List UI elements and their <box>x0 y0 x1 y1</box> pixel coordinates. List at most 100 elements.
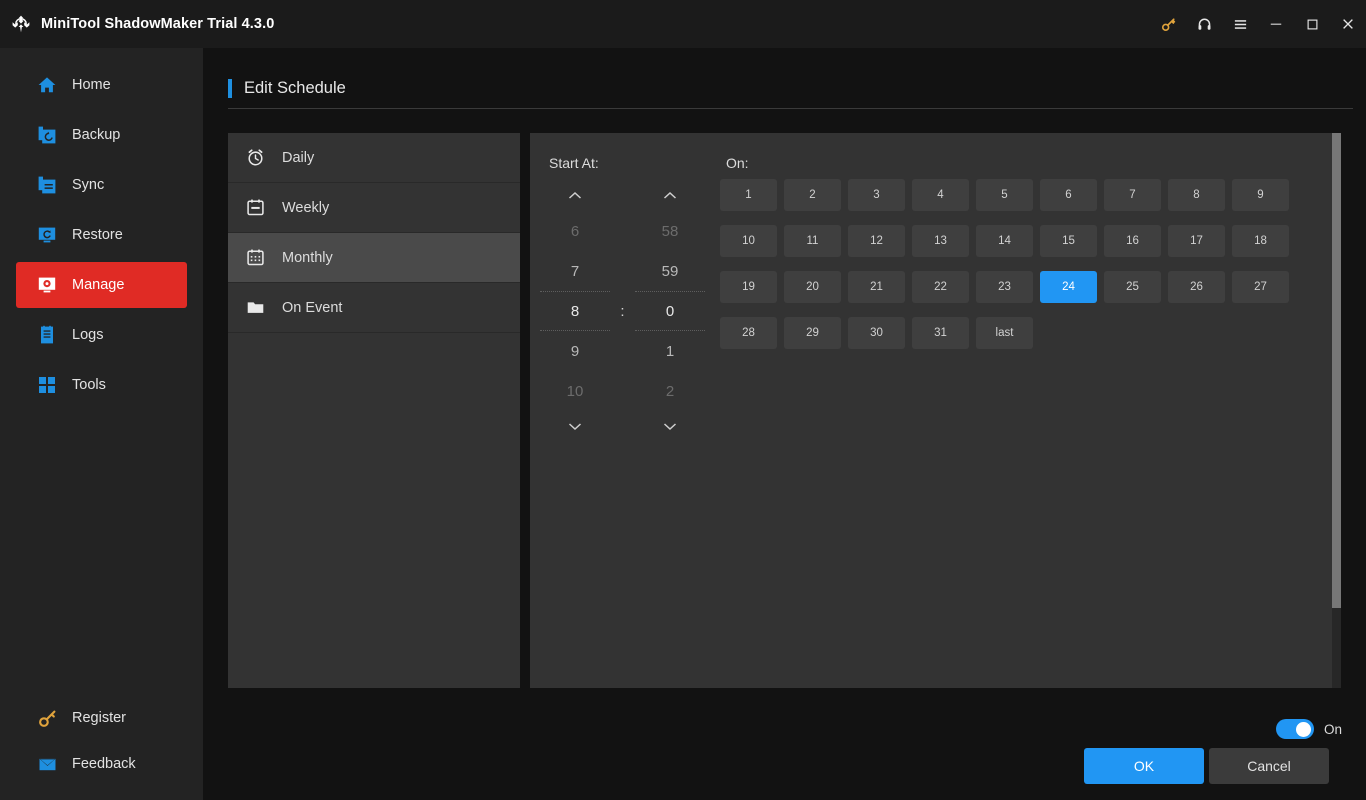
calendar-week-icon <box>244 197 266 219</box>
schedule-type-label: Monthly <box>282 249 333 266</box>
sidebar-item-logs[interactable]: Logs <box>16 312 187 358</box>
day-button[interactable]: 20 <box>784 271 841 303</box>
spinner-values: 6 7 8 9 10 : 58 59 0 1 2 <box>540 211 705 411</box>
schedule-type-on-event[interactable]: On Event <box>228 283 520 333</box>
minute-option[interactable]: 58 <box>635 211 705 251</box>
header-divider <box>228 108 1353 109</box>
sidebar-item-tools[interactable]: Tools <box>16 362 187 408</box>
day-button[interactable]: 1 <box>720 179 777 211</box>
day-button[interactable]: 13 <box>912 225 969 257</box>
day-row: 28 29 30 31 last <box>720 317 1320 349</box>
hour-option-selected[interactable]: 8 <box>540 291 610 331</box>
day-of-month-grid: 1 2 3 4 5 6 7 8 9 10 11 12 13 14 15 16 1… <box>720 179 1320 363</box>
schedule-type-monthly[interactable]: Monthly <box>228 233 520 283</box>
schedule-type-label: Weekly <box>282 199 330 216</box>
day-button-last[interactable]: last <box>976 317 1033 349</box>
close-icon[interactable] <box>1330 0 1366 48</box>
alarm-clock-icon <box>244 147 266 169</box>
main-content: Edit Schedule Daily Weekly Monthly On Ev… <box>203 48 1366 800</box>
day-button[interactable]: 17 <box>1168 225 1225 257</box>
key-icon[interactable] <box>1150 0 1186 48</box>
scrollbar-thumb[interactable] <box>1332 133 1341 608</box>
hour-column[interactable]: 6 7 8 9 10 <box>540 211 610 411</box>
day-button[interactable]: 26 <box>1168 271 1225 303</box>
day-button[interactable]: 5 <box>976 179 1033 211</box>
sidebar-item-sync[interactable]: Sync <box>16 162 187 208</box>
chevron-down-icon[interactable] <box>540 411 610 441</box>
sidebar-item-label: Sync <box>72 177 105 193</box>
hamburger-menu-icon[interactable] <box>1222 0 1258 48</box>
cancel-button[interactable]: Cancel <box>1209 748 1329 784</box>
day-button[interactable]: 14 <box>976 225 1033 257</box>
day-button[interactable]: 28 <box>720 317 777 349</box>
minute-option-selected[interactable]: 0 <box>635 291 705 331</box>
sidebar-item-manage[interactable]: Manage <box>16 262 187 308</box>
day-button[interactable]: 15 <box>1040 225 1097 257</box>
ok-button[interactable]: OK <box>1084 748 1204 784</box>
toggle-switch[interactable] <box>1276 719 1314 739</box>
hour-option[interactable]: 9 <box>540 331 610 371</box>
sidebar-item-register[interactable]: Register <box>16 696 187 740</box>
minute-column[interactable]: 58 59 0 1 2 <box>635 211 705 411</box>
day-button[interactable]: 10 <box>720 225 777 257</box>
home-icon <box>36 74 58 96</box>
day-button[interactable]: 22 <box>912 271 969 303</box>
day-button[interactable]: 7 <box>1104 179 1161 211</box>
chevron-up-icon[interactable] <box>635 181 705 211</box>
spinner-arrow-gap <box>610 181 635 211</box>
sidebar-item-restore[interactable]: Restore <box>16 212 187 258</box>
schedule-enable-toggle[interactable]: On <box>1276 719 1342 739</box>
day-button[interactable]: 3 <box>848 179 905 211</box>
shadowmaker-logo-icon <box>10 13 32 35</box>
minute-option[interactable]: 2 <box>635 371 705 411</box>
hour-option[interactable]: 7 <box>540 251 610 291</box>
sidebar-item-label: Logs <box>72 327 104 343</box>
day-button[interactable]: 25 <box>1104 271 1161 303</box>
day-button[interactable]: 21 <box>848 271 905 303</box>
chevron-down-icon[interactable] <box>635 411 705 441</box>
minute-option[interactable]: 1 <box>635 331 705 371</box>
day-button[interactable]: 30 <box>848 317 905 349</box>
toggle-knob <box>1296 721 1311 737</box>
schedule-type-label: Daily <box>282 149 315 166</box>
sidebar-item-label: Home <box>72 77 111 93</box>
day-button[interactable]: 9 <box>1232 179 1289 211</box>
spinner-down-arrows <box>540 411 705 441</box>
schedule-type-label: On Event <box>282 299 343 316</box>
day-button[interactable]: 23 <box>976 271 1033 303</box>
sync-icon <box>36 174 58 196</box>
page-title-text: Edit Schedule <box>244 79 346 97</box>
day-button[interactable]: 11 <box>784 225 841 257</box>
day-button-selected[interactable]: 24 <box>1040 271 1097 303</box>
schedule-detail-panel: Start At: On: 6 7 8 9 10: 58 59 0 1 2 1… <box>530 133 1341 688</box>
sidebar-item-label: Tools <box>72 377 106 393</box>
day-button[interactable]: 31 <box>912 317 969 349</box>
dialog-buttons: OK Cancel <box>1084 748 1329 784</box>
day-button[interactable]: 6 <box>1040 179 1097 211</box>
day-button[interactable]: 18 <box>1232 225 1289 257</box>
hour-option[interactable]: 10 <box>540 371 610 411</box>
day-button[interactable]: 16 <box>1104 225 1161 257</box>
page-title: Edit Schedule <box>228 79 346 98</box>
key-icon <box>36 707 58 729</box>
day-button[interactable]: 27 <box>1232 271 1289 303</box>
day-button[interactable]: 12 <box>848 225 905 257</box>
schedule-type-daily[interactable]: Daily <box>228 133 520 183</box>
minute-option[interactable]: 59 <box>635 251 705 291</box>
chevron-up-icon[interactable] <box>540 181 610 211</box>
headset-icon[interactable] <box>1186 0 1222 48</box>
schedule-type-weekly[interactable]: Weekly <box>228 183 520 233</box>
day-button[interactable]: 8 <box>1168 179 1225 211</box>
hour-option[interactable]: 6 <box>540 211 610 251</box>
toggle-label: On <box>1324 721 1343 737</box>
sidebar-item-feedback[interactable]: Feedback <box>16 742 187 786</box>
sidebar-item-backup[interactable]: Backup <box>16 112 187 158</box>
day-button[interactable]: 19 <box>720 271 777 303</box>
day-button[interactable]: 2 <box>784 179 841 211</box>
minimize-icon[interactable] <box>1258 0 1294 48</box>
maximize-icon[interactable] <box>1294 0 1330 48</box>
page-title-accent-bar <box>228 79 232 98</box>
sidebar-item-home[interactable]: Home <box>16 62 187 108</box>
day-button[interactable]: 4 <box>912 179 969 211</box>
day-button[interactable]: 29 <box>784 317 841 349</box>
